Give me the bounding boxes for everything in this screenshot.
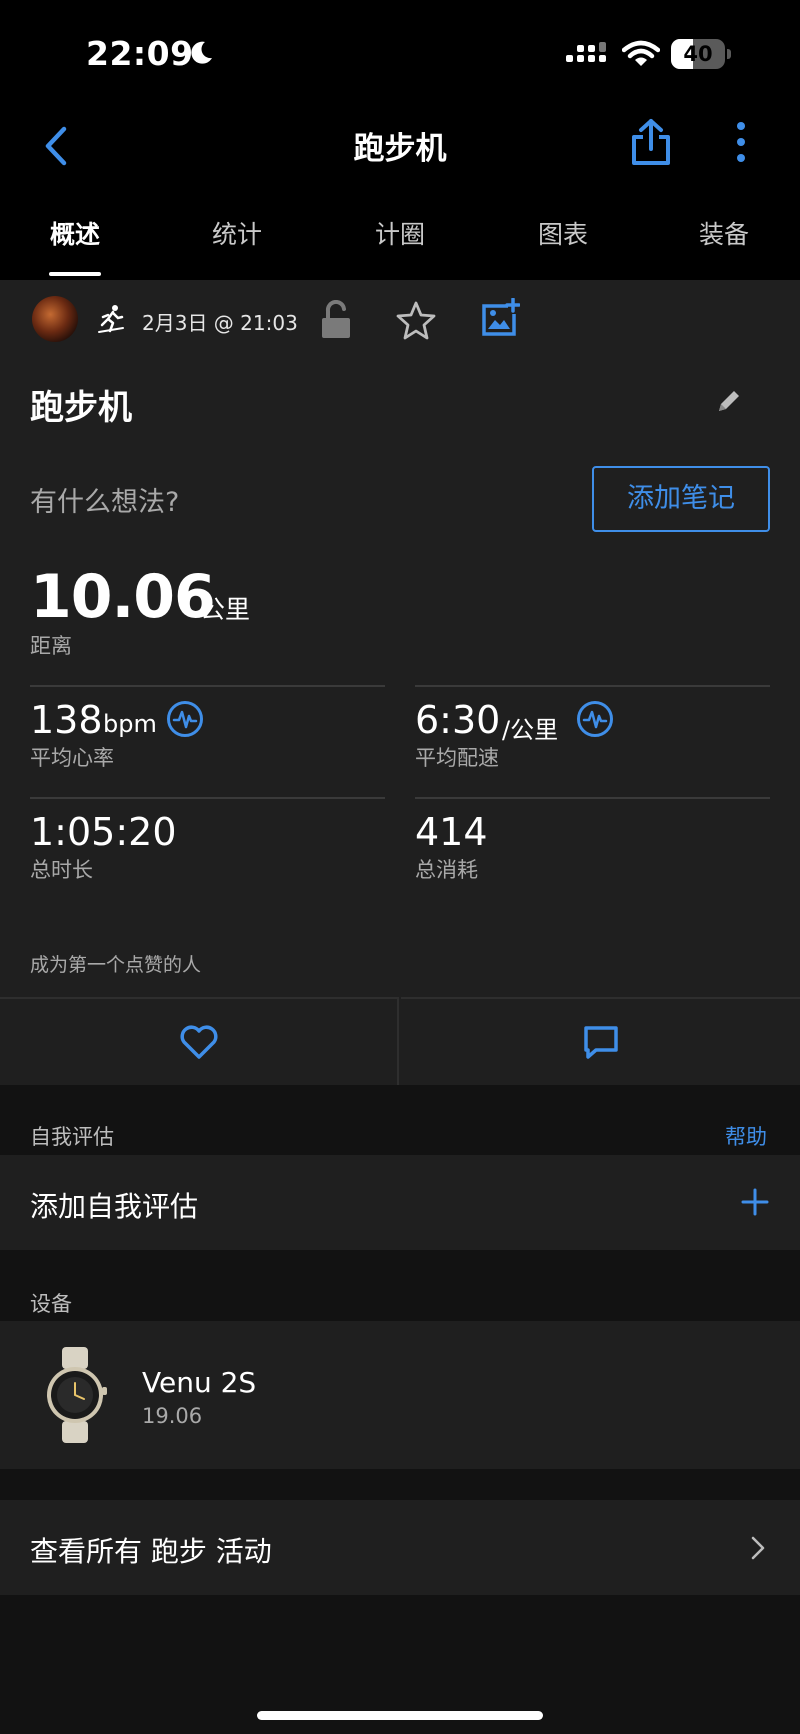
star-icon[interactable] bbox=[396, 300, 436, 340]
add-self-evaluation-row[interactable]: 添加自我评估 bbox=[0, 1155, 800, 1250]
like-button[interactable] bbox=[0, 997, 399, 1085]
tab-stats[interactable]: 统计 bbox=[212, 215, 262, 251]
pace-chart-icon[interactable] bbox=[576, 700, 614, 738]
divider bbox=[415, 797, 770, 799]
view-all-activities-row[interactable]: 查看所有 跑步 活动 bbox=[0, 1500, 800, 1595]
page-title: 跑步机 bbox=[353, 131, 447, 167]
wifi-icon bbox=[622, 40, 660, 66]
activity-title: 跑步机 bbox=[30, 388, 132, 428]
plus-icon[interactable] bbox=[740, 1187, 770, 1217]
tab-laps[interactable]: 计圈 bbox=[375, 215, 425, 251]
status-time: 22:09 bbox=[86, 34, 194, 73]
add-note-button[interactable]: 添加笔记 bbox=[592, 466, 770, 532]
pace-label: 平均配速 bbox=[415, 746, 499, 770]
device-header: 设备 bbox=[30, 1292, 72, 1316]
distance-value: 10.06 bbox=[30, 562, 216, 632]
comment-button[interactable] bbox=[401, 997, 800, 1085]
cellular-signal-icon bbox=[566, 42, 606, 62]
battery-level: 40 bbox=[683, 42, 713, 66]
tab-gear[interactable]: 装备 bbox=[699, 215, 749, 251]
help-link[interactable]: 帮助 bbox=[725, 1121, 767, 1151]
status-bar: 22:09 40 bbox=[0, 0, 800, 105]
back-button[interactable] bbox=[38, 123, 78, 169]
active-tab-indicator bbox=[49, 272, 101, 276]
heart-icon bbox=[180, 1025, 217, 1059]
calories-value: 414 bbox=[415, 810, 488, 854]
pace-unit: /公里 bbox=[502, 716, 559, 744]
more-options-button[interactable] bbox=[724, 119, 758, 165]
divider bbox=[30, 797, 385, 799]
chevron-right-icon bbox=[751, 1536, 765, 1560]
heart-rate-value: 138 bbox=[30, 698, 103, 742]
device-row[interactable] bbox=[0, 1321, 800, 1469]
avatar[interactable] bbox=[32, 296, 78, 342]
device-name: Venu 2S bbox=[142, 1366, 257, 1399]
tab-charts[interactable]: 图表 bbox=[538, 215, 588, 251]
divider bbox=[30, 685, 385, 687]
comment-icon bbox=[583, 1026, 618, 1059]
edit-icon[interactable] bbox=[714, 386, 744, 416]
home-indicator bbox=[257, 1711, 543, 1720]
self-evaluation-header: 自我评估 bbox=[30, 1125, 114, 1149]
unlock-icon[interactable] bbox=[318, 300, 354, 340]
heart-rate-label: 平均心率 bbox=[30, 746, 114, 770]
add-self-evaluation-label: 添加自我评估 bbox=[30, 1190, 199, 1223]
thoughts-prompt: 有什么想法? bbox=[30, 487, 180, 518]
battery-icon: 40 bbox=[671, 39, 731, 69]
activity-summary-card: 2月3日 @ 21:03 跑步机 有什么想法? 添加笔记 10.06 公里 距离… bbox=[0, 280, 800, 1085]
distance-unit: 公里 bbox=[200, 595, 251, 624]
activity-datetime: 2月3日 @ 21:03 bbox=[142, 311, 298, 335]
device-version: 19.06 bbox=[142, 1404, 203, 1428]
pace-value: 6:30 bbox=[415, 698, 501, 742]
duration-label: 总时长 bbox=[30, 858, 93, 882]
watch-icon bbox=[47, 1347, 107, 1443]
duration-value: 1:05:20 bbox=[30, 810, 177, 854]
calories-label: 总消耗 bbox=[415, 858, 478, 882]
share-button[interactable] bbox=[628, 117, 674, 167]
heart-rate-unit: bpm bbox=[103, 710, 157, 738]
add-photo-icon[interactable] bbox=[480, 298, 520, 338]
distance-label: 距离 bbox=[30, 634, 72, 658]
tab-overview[interactable]: 概述 bbox=[50, 215, 100, 251]
heart-rate-chart-icon[interactable] bbox=[166, 700, 204, 738]
moon-icon bbox=[191, 41, 212, 64]
divider bbox=[415, 685, 770, 687]
nav-bar: 跑步机 概述 统计 计圈 图表 装备 bbox=[0, 105, 800, 280]
view-all-activities-label: 查看所有 跑步 活动 bbox=[30, 1535, 272, 1568]
treadmill-run-icon bbox=[98, 305, 124, 333]
like-prompt: 成为第一个点赞的人 bbox=[30, 954, 202, 976]
